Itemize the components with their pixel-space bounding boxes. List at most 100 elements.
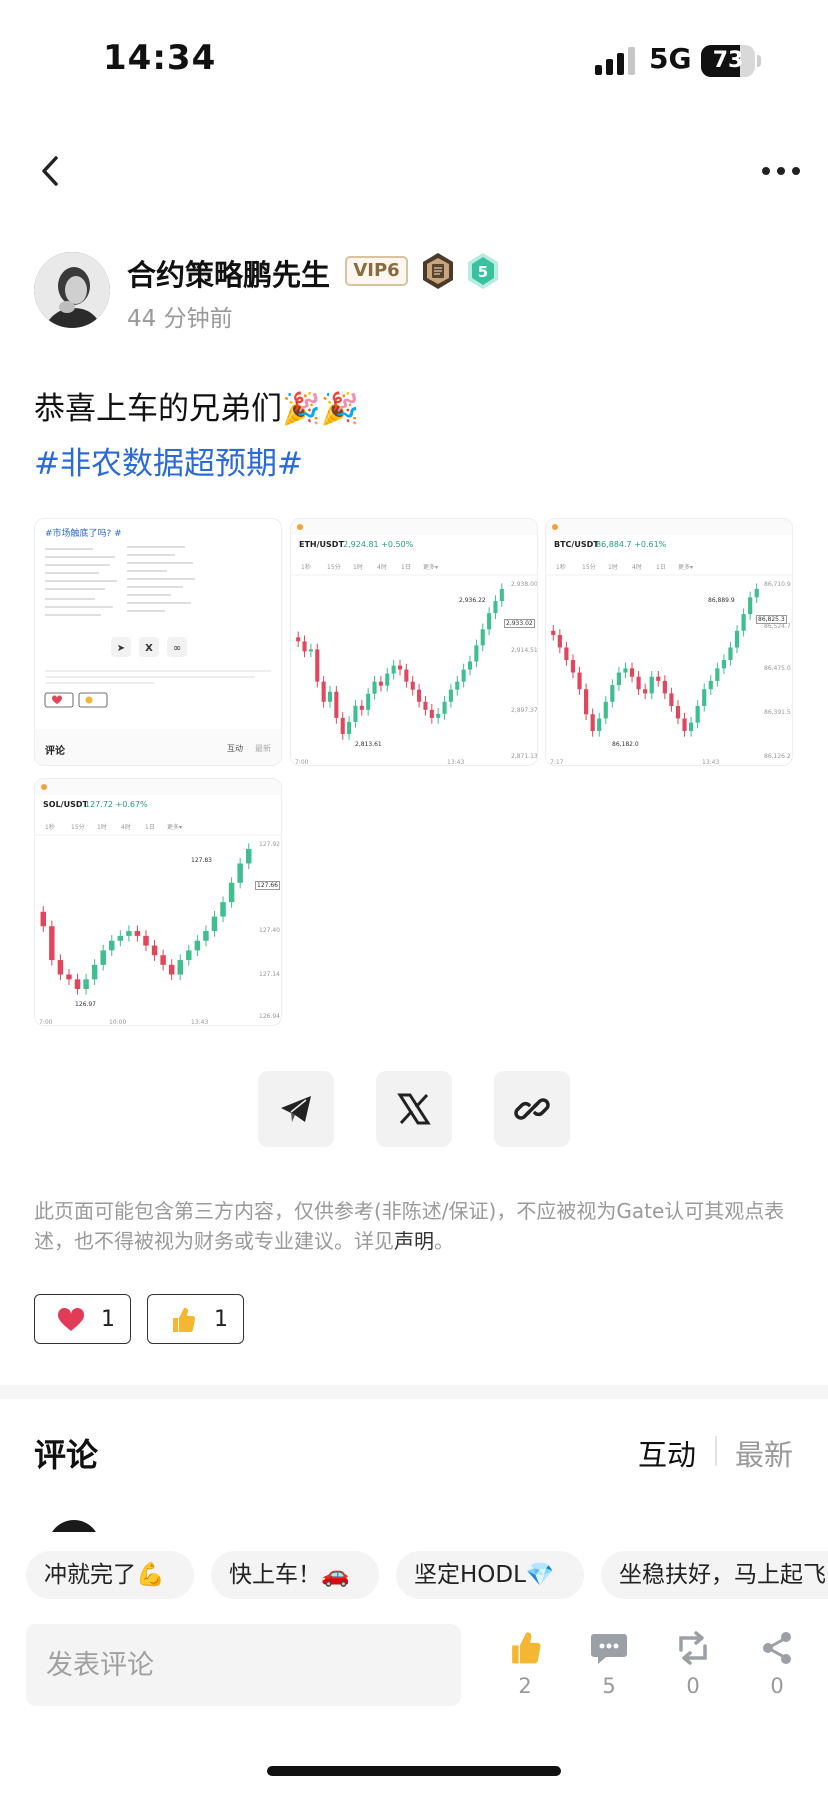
sort-hot-tab[interactable]: 互动: [638, 1432, 696, 1474]
candle: [662, 680, 667, 694]
quick-reply-chip[interactable]: 快上车！🚗: [211, 1551, 379, 1599]
candle: [583, 689, 589, 715]
image-thumbnail-sol-chart[interactable]: SOL/USDT 127.72 +0.67% 1秒 15分 1时 4时 1日 更…: [34, 778, 282, 1026]
candle: [649, 676, 654, 694]
candle: [347, 721, 352, 734]
candle: [359, 705, 364, 710]
candle: [143, 935, 149, 946]
candle: [636, 676, 641, 690]
candle: [366, 693, 371, 710]
candle: [695, 705, 700, 723]
author-name[interactable]: 合约策略鹏先生: [127, 252, 330, 294]
candle: [177, 960, 183, 975]
candle: [499, 589, 504, 602]
candle: [682, 718, 687, 731]
quick-reply-chip[interactable]: 坚定HODL💎: [396, 1551, 584, 1599]
reaction-count: 1: [214, 1307, 228, 1332]
back-icon[interactable]: [34, 150, 68, 192]
chart-high: 127.83: [191, 857, 212, 864]
more-icon[interactable]: [760, 160, 802, 182]
candle: [480, 629, 485, 646]
share-link-button[interactable]: [494, 1071, 570, 1147]
candle: [461, 669, 466, 682]
candle: [669, 693, 674, 706]
candle: [429, 709, 434, 718]
candle: [57, 960, 64, 975]
reaction-thumbs-up-button[interactable]: 1: [147, 1294, 244, 1344]
candle: [623, 668, 628, 673]
signal-icon: [595, 47, 635, 75]
home-indicator: [267, 1766, 561, 1776]
candle: [728, 647, 733, 660]
sort-new-tab[interactable]: 最新: [735, 1432, 793, 1474]
candle: [83, 979, 89, 989]
thumb-tab-hot: 互动: [227, 744, 243, 753]
candle: [117, 935, 124, 941]
share-button[interactable]: 0: [747, 1630, 807, 1710]
candle: [404, 669, 409, 682]
candle: [327, 691, 333, 702]
candle: [417, 689, 422, 702]
candle: [40, 911, 47, 927]
level-number: 5: [478, 263, 488, 281]
candle: [228, 882, 235, 903]
x-icon: [397, 1093, 431, 1125]
candle: [194, 940, 201, 951]
candle: [321, 681, 326, 702]
status-bar: 14:34 5G 73: [0, 0, 828, 120]
image-thumbnail-eth-chart[interactable]: ETH/USDT 2,924.81 +0.50% 1秒 15分 1时 4时 1日…: [290, 518, 538, 766]
eth-candles: [291, 519, 537, 740]
chart-price: 127.72 +0.67%: [85, 800, 148, 809]
reaction-count: 1: [101, 1307, 115, 1332]
btc-candles: [546, 519, 792, 737]
section-divider: [0, 1385, 828, 1399]
candle: [302, 641, 307, 652]
comment-field[interactable]: [26, 1624, 461, 1706]
like-count: 2: [518, 1674, 532, 1698]
candle: [570, 660, 576, 673]
candle: [590, 714, 595, 731]
thumb-tab-new: 最新: [255, 744, 271, 753]
thumb-comments-label: 评论: [45, 746, 65, 757]
post-time: 44 分钟前: [127, 306, 233, 332]
like-button[interactable]: 2: [495, 1630, 555, 1710]
chart-low: 126.97: [75, 1001, 96, 1008]
image-thumbnail-post[interactable]: #市场触底了吗? # ➤ X ∞ 评论 互动 最新: [34, 518, 282, 766]
candle: [66, 974, 72, 980]
author-avatar[interactable]: [34, 252, 110, 328]
candle: [423, 701, 428, 710]
quick-reply-chip[interactable]: 冲就完了💪: [26, 1551, 194, 1599]
candle: [296, 637, 301, 642]
candle: [372, 681, 377, 694]
heart-icon: [57, 1308, 85, 1331]
candle: [245, 849, 252, 864]
chart-pair: ETH/USDT: [299, 540, 344, 549]
candle: [616, 672, 622, 686]
candle: [397, 665, 403, 670]
comment-input[interactable]: [26, 1624, 461, 1706]
hashtag-link[interactable]: #非农数据超预期#: [34, 438, 303, 483]
candle: [708, 680, 713, 690]
candle: [597, 718, 602, 731]
comment-button[interactable]: 5: [579, 1630, 639, 1710]
quick-reply-chip[interactable]: 坐稳扶好，马上起飞: [601, 1551, 828, 1599]
repost-button[interactable]: 0: [663, 1630, 723, 1710]
candle: [109, 940, 115, 951]
share-x-button[interactable]: [376, 1071, 452, 1147]
candle: [721, 660, 727, 669]
candle: [448, 689, 453, 702]
candle: [487, 613, 492, 630]
candle: [715, 668, 720, 681]
chart-last: 127.66: [255, 881, 280, 890]
candle: [734, 630, 740, 648]
disclaimer-link[interactable]: 声明: [394, 1229, 434, 1253]
candle: [748, 597, 753, 615]
image-thumbnail-btc-chart[interactable]: BTC/USDT 86,884.7 +0.61% 1秒 15分 1时 4时 1日…: [545, 518, 793, 766]
network-type: 5G: [649, 42, 692, 75]
chart-pair: SOL/USDT: [43, 800, 88, 809]
reaction-heart-button[interactable]: 1: [34, 1294, 131, 1344]
candle: [203, 931, 209, 941]
candle: [455, 681, 460, 690]
chart-last: 86,825.3: [756, 615, 787, 624]
share-telegram-button[interactable]: [258, 1071, 334, 1147]
